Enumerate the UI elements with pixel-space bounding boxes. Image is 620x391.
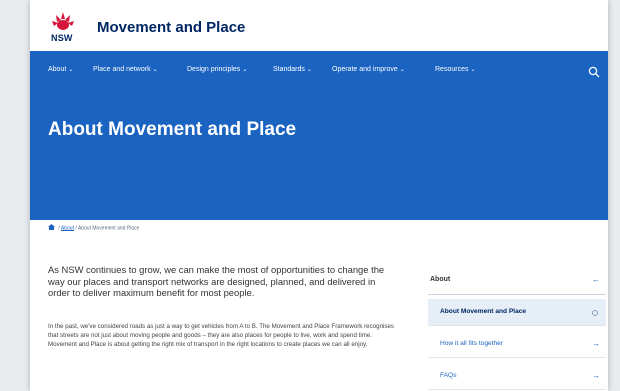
nav-item-design-principles[interactable]: Design principles ⌄ [187, 66, 247, 73]
search-icon[interactable] [588, 65, 600, 83]
arrow-right-icon: → [592, 339, 600, 348]
nav-item-operate-and-improve[interactable]: Operate and improve ⌄ [332, 66, 405, 73]
site-title[interactable]: Movement and Place [97, 19, 245, 36]
side-nav-heading[interactable]: About ← [428, 268, 606, 295]
arrow-right-icon: → [592, 371, 600, 380]
hero-banner: About Movement and Place [30, 94, 608, 220]
breadcrumb-about[interactable]: About [61, 225, 74, 231]
expand-icon [592, 310, 598, 316]
home-icon[interactable] [48, 224, 55, 232]
site-header: NSW Movement and Place [30, 0, 608, 51]
body-paragraph: In the past, we've considered roads as j… [48, 323, 395, 349]
nav-item-standards[interactable]: Standards ⌄ [273, 66, 312, 73]
chevron-down-icon: ⌄ [399, 67, 405, 73]
side-nav-item-how-it-all-fits-together[interactable]: How it all fits together → [428, 331, 606, 358]
chevron-down-icon: ⌄ [470, 67, 476, 73]
nav-item-resources[interactable]: Resources ⌄ [435, 66, 476, 73]
chevron-down-icon: ⌄ [152, 67, 158, 73]
arrow-left-icon: ← [592, 275, 600, 284]
main-navigation: About ⌄ Place and network ⌄ Design princip… [30, 51, 608, 94]
nsw-logo[interactable]: NSW [48, 10, 78, 44]
waratah-icon [52, 12, 74, 30]
breadcrumb: / About / About Movement and Place [48, 224, 139, 232]
chevron-down-icon: ⌄ [242, 67, 248, 73]
side-nav-item-faqs[interactable]: FAQs → [428, 363, 606, 390]
nav-item-place-and-network[interactable]: Place and network ⌄ [93, 66, 158, 73]
logo-text: NSW [51, 33, 73, 43]
intro-paragraph: As NSW continues to grow, we can make th… [48, 264, 385, 299]
page-title: About Movement and Place [48, 119, 297, 140]
nav-item-about[interactable]: About ⌄ [48, 66, 73, 73]
browser-page: NSW Movement and Place About ⌄ Place and … [30, 0, 608, 391]
side-nav-item-about-movement-and-place[interactable]: About Movement and Place [428, 299, 606, 326]
chevron-down-icon: ⌄ [68, 67, 74, 73]
chevron-down-icon: ⌄ [306, 67, 312, 73]
breadcrumb-current: About Movement and Place [77, 225, 140, 232]
